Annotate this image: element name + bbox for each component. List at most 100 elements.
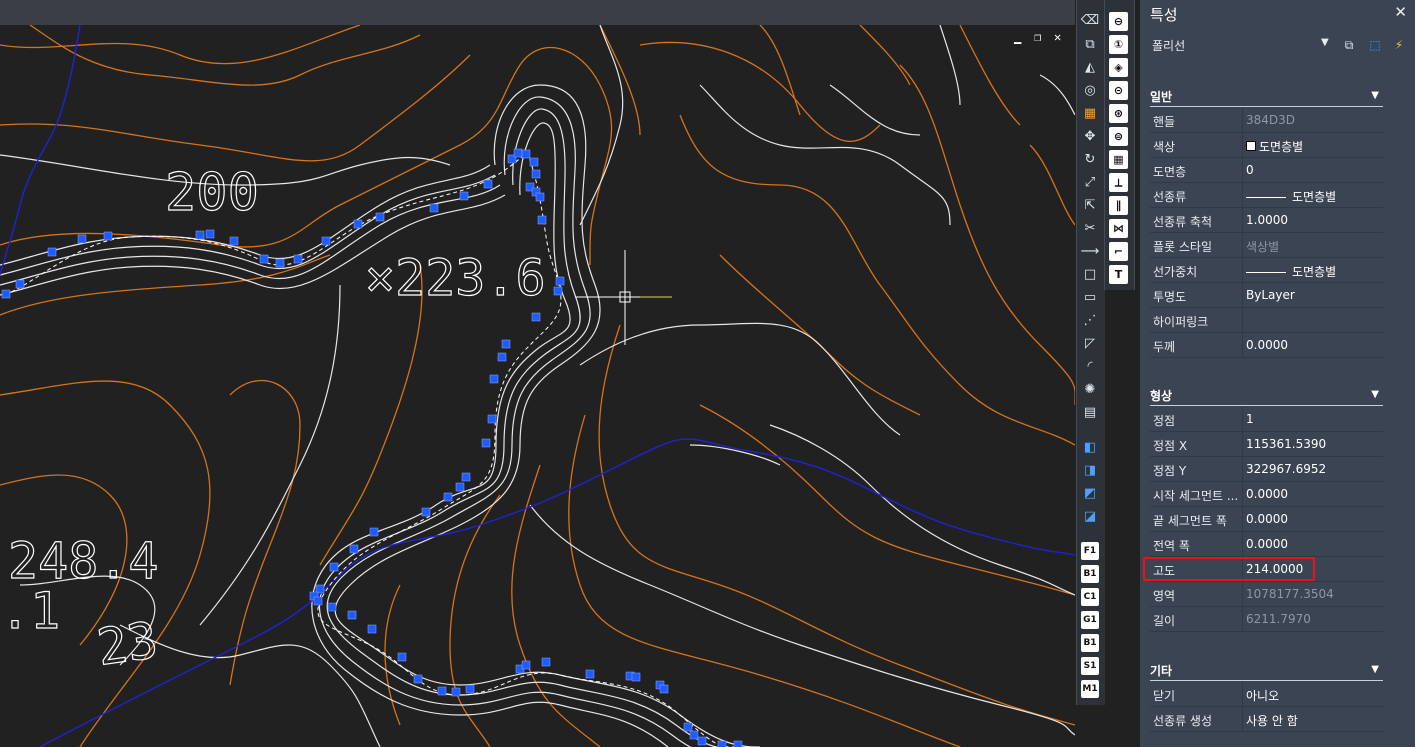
property-row[interactable]: 플롯 스타일 색상별 bbox=[1150, 233, 1383, 258]
property-value[interactable]: 1078177.3504 bbox=[1246, 587, 1334, 601]
scale-icon[interactable]: ⤢ bbox=[1080, 172, 1100, 192]
property-row[interactable]: 두께 0.0000 bbox=[1150, 333, 1383, 358]
break-icon[interactable]: ▭ bbox=[1080, 287, 1100, 307]
explode-icon[interactable]: ✺ bbox=[1080, 379, 1100, 399]
chevron-down-icon[interactable]: ▼ bbox=[1371, 90, 1379, 101]
contour-drawing[interactable]: 200 ×223.6 248.4 .1 23 bbox=[0, 25, 1075, 747]
snap-table-icon[interactable]: ▦ bbox=[1109, 150, 1128, 169]
property-row[interactable]: 도면층 0 bbox=[1150, 158, 1383, 183]
close-drawing-icon[interactable]: ✕ bbox=[1054, 30, 1061, 44]
select-objects-icon[interactable]: ⬚ bbox=[1366, 36, 1384, 54]
drawing-canvas[interactable]: 200 ×223.6 248.4 .1 23 bbox=[0, 25, 1075, 747]
object-type-select[interactable]: 폴리선 bbox=[1152, 37, 1185, 54]
property-value[interactable]: 115361.5390 bbox=[1246, 437, 1326, 451]
snap-tangent-icon[interactable]: ⊜ bbox=[1109, 127, 1128, 146]
property-value[interactable]: 색상별 bbox=[1246, 238, 1279, 255]
property-value[interactable]: 도면층별 bbox=[1246, 138, 1303, 155]
snap-midpoint-icon[interactable]: ① bbox=[1109, 35, 1128, 54]
custom-tool-g1-icon[interactable]: G1 bbox=[1081, 611, 1099, 629]
rotate-icon[interactable]: ↻ bbox=[1080, 149, 1100, 169]
chevron-down-icon[interactable]: ▼ bbox=[1371, 664, 1379, 675]
fillet-icon[interactable]: ◜ bbox=[1080, 356, 1100, 376]
snap-insert-icon[interactable]: ⌐ bbox=[1109, 242, 1128, 261]
property-row[interactable]: 정점 1 bbox=[1150, 407, 1383, 432]
property-row[interactable]: 길이 6211.7970 bbox=[1150, 607, 1383, 632]
property-value[interactable]: 0.0000 bbox=[1246, 487, 1288, 501]
snap-quadrant-icon[interactable]: ⊛ bbox=[1109, 104, 1128, 123]
move-icon[interactable]: ✥ bbox=[1080, 126, 1100, 146]
property-row[interactable]: 투명도 ByLayer bbox=[1150, 283, 1383, 308]
erase-icon[interactable]: ⌫ bbox=[1080, 10, 1100, 30]
custom-tool-f1-icon[interactable]: F1 bbox=[1081, 542, 1099, 560]
property-row[interactable]: 정점 Y 322967.6952 bbox=[1150, 457, 1383, 482]
property-value[interactable]: 0 bbox=[1246, 163, 1254, 177]
property-label: 투명도 bbox=[1153, 290, 1187, 304]
snap-center-icon[interactable]: ⊝ bbox=[1109, 81, 1128, 100]
break-at-point-icon[interactable]: □ bbox=[1080, 264, 1100, 284]
property-value[interactable]: 아니오 bbox=[1246, 687, 1279, 704]
property-value[interactable]: 322967.6952 bbox=[1246, 462, 1326, 476]
property-value[interactable]: 6211.7970 bbox=[1246, 612, 1311, 626]
offset-icon[interactable]: ◎ bbox=[1080, 80, 1100, 100]
property-value[interactable]: 0.0000 bbox=[1246, 338, 1288, 352]
join-icon[interactable]: ⋰ bbox=[1080, 310, 1100, 330]
property-value[interactable]: 도면층별 bbox=[1246, 263, 1336, 280]
custom-tool-b1-icon[interactable]: B1 bbox=[1081, 565, 1099, 583]
property-value[interactable]: 사용 안 함 bbox=[1246, 712, 1298, 729]
quick-select-icon[interactable]: ⧉ bbox=[1340, 36, 1358, 54]
restore-icon[interactable]: ❐ bbox=[1034, 30, 1041, 44]
section-header[interactable]: 형상 ▼ bbox=[1150, 387, 1383, 406]
minimize-icon[interactable]: ▁ bbox=[1014, 30, 1021, 44]
property-value-text: 색상별 bbox=[1246, 240, 1280, 254]
properties-icon[interactable]: ▤ bbox=[1080, 402, 1100, 422]
divider bbox=[1242, 532, 1243, 556]
snap-parallel-icon[interactable]: ∥ bbox=[1109, 196, 1128, 215]
chevron-down-icon[interactable]: ▼ bbox=[1321, 37, 1329, 48]
property-row[interactable]: 색상 도면층별 bbox=[1150, 133, 1383, 158]
property-value[interactable]: 384D3D bbox=[1246, 113, 1295, 127]
draworder-above-icon[interactable]: ◩ bbox=[1080, 483, 1100, 503]
property-row[interactable]: 정점 X 115361.5390 bbox=[1150, 432, 1383, 457]
section-header[interactable]: 기타 ▼ bbox=[1150, 662, 1383, 681]
property-value[interactable]: 1 bbox=[1246, 412, 1254, 426]
property-value[interactable]: 1.0000 bbox=[1246, 213, 1288, 227]
property-row[interactable]: 영역 1078177.3504 bbox=[1150, 582, 1383, 607]
draworder-front-icon[interactable]: ◧ bbox=[1080, 437, 1100, 457]
property-row[interactable]: 선종류 도면층별 bbox=[1150, 183, 1383, 208]
property-row[interactable]: 하이퍼링크 bbox=[1150, 308, 1383, 333]
trim-icon[interactable]: ✂ bbox=[1080, 218, 1100, 238]
property-row[interactable]: 끝 세그먼트 폭 0.0000 bbox=[1150, 507, 1383, 532]
custom-tool-s1-icon[interactable]: S1 bbox=[1081, 657, 1099, 675]
property-row[interactable]: 선종류 생성 사용 안 함 bbox=[1150, 707, 1383, 732]
draworder-back-icon[interactable]: ◨ bbox=[1080, 460, 1100, 480]
property-row[interactable]: 핸들 384D3D bbox=[1150, 108, 1383, 133]
snap-text-icon[interactable]: T bbox=[1109, 265, 1128, 284]
property-row[interactable]: 전역 폭 0.0000 bbox=[1150, 532, 1383, 557]
property-row[interactable]: 선종류 축척 1.0000 bbox=[1150, 208, 1383, 233]
section-header[interactable]: 일반 ▼ bbox=[1150, 88, 1383, 107]
close-icon[interactable]: ✕ bbox=[1394, 3, 1407, 21]
mirror-icon[interactable]: ◭ bbox=[1080, 57, 1100, 77]
extend-icon[interactable]: ⟶ bbox=[1080, 241, 1100, 261]
property-value[interactable]: 0.0000 bbox=[1246, 512, 1288, 526]
snap-nearest-icon[interactable]: ⋈ bbox=[1109, 219, 1128, 238]
property-value[interactable]: 0.0000 bbox=[1246, 537, 1288, 551]
custom-tool-m1-icon[interactable]: M1 bbox=[1081, 680, 1099, 698]
snap-perpendicular-icon[interactable]: ⟂ bbox=[1109, 173, 1128, 192]
copy-icon[interactable]: ⧉ bbox=[1080, 34, 1100, 54]
property-row[interactable]: 선가중치 도면층별 bbox=[1150, 258, 1383, 283]
chamfer-icon[interactable]: ◸ bbox=[1080, 333, 1100, 353]
property-row[interactable]: 닫기 아니오 bbox=[1150, 682, 1383, 707]
custom-tool-b1b-icon[interactable]: B1 bbox=[1081, 634, 1099, 652]
snap-intersection-icon[interactable]: ◈ bbox=[1109, 58, 1128, 77]
array-icon[interactable]: ▦ bbox=[1080, 103, 1100, 123]
property-row[interactable]: 시작 세그먼트 ... 0.0000 bbox=[1150, 482, 1383, 507]
chevron-down-icon[interactable]: ▼ bbox=[1371, 389, 1379, 400]
draworder-under-icon[interactable]: ◪ bbox=[1080, 506, 1100, 526]
property-value[interactable]: 도면층별 bbox=[1246, 188, 1336, 205]
snap-endpoint-icon[interactable]: ⊖ bbox=[1109, 12, 1128, 31]
property-value[interactable]: ByLayer bbox=[1246, 288, 1295, 302]
toggle-pickadd-icon[interactable]: ⚡ bbox=[1390, 36, 1408, 54]
stretch-icon[interactable]: ⇱ bbox=[1080, 195, 1100, 215]
custom-tool-c1-icon[interactable]: C1 bbox=[1081, 588, 1099, 606]
